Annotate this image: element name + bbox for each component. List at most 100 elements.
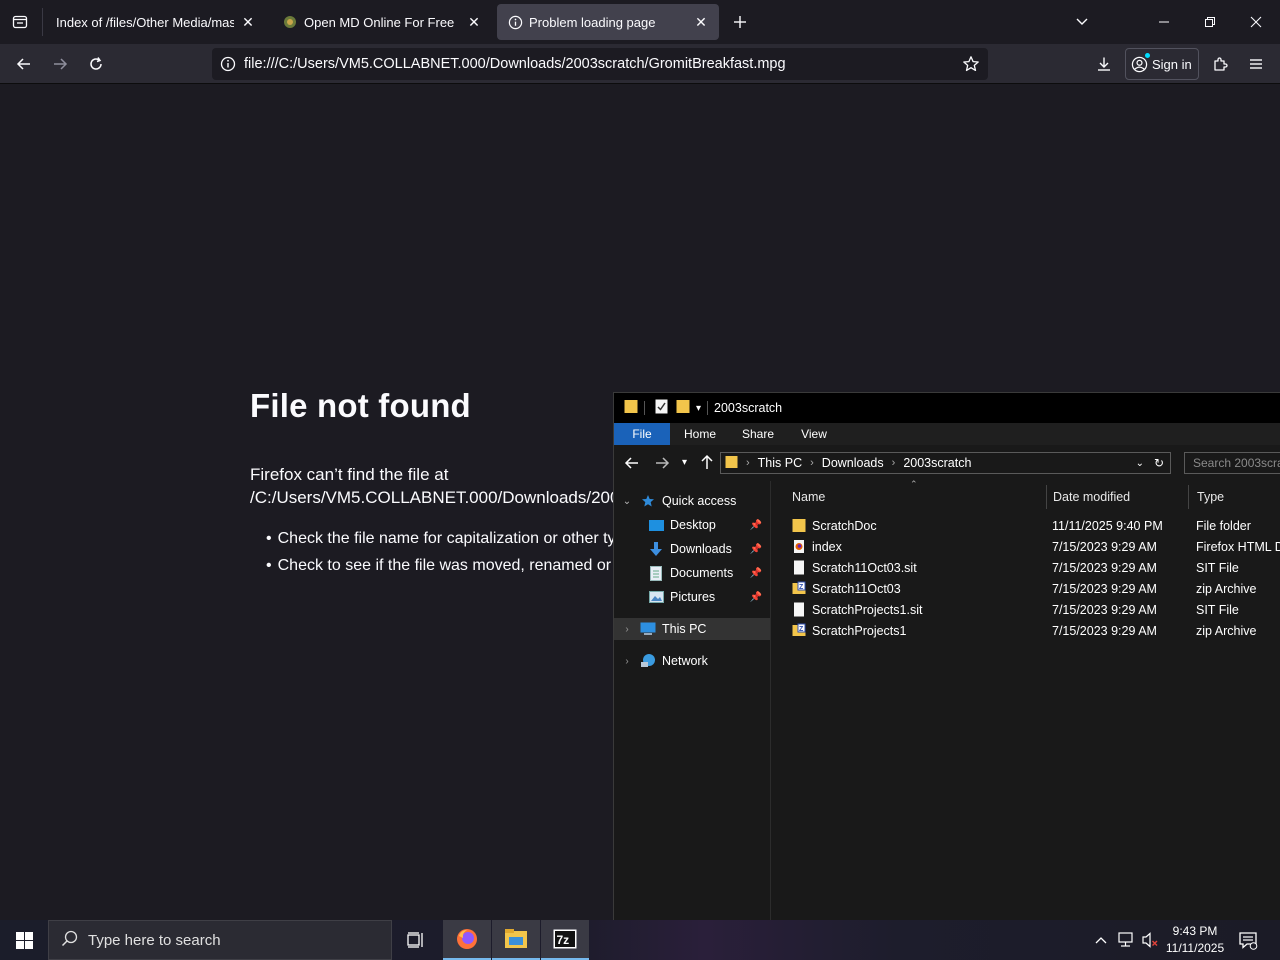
error-title: File not found: [250, 387, 471, 424]
ribbon-tab-share[interactable]: Share: [732, 423, 784, 445]
customize-quick-access-icon[interactable]: ▾: [696, 403, 701, 414]
breadcrumb-chevron-icon: ›: [891, 457, 896, 469]
close-window-button[interactable]: [1240, 6, 1272, 38]
minimize-button[interactable]: [1148, 6, 1180, 38]
file-type: SIT File: [1196, 560, 1239, 575]
taskbar-7zip[interactable]: 7z: [541, 920, 589, 960]
nav-item-quick-access[interactable]: ⌄ Quick access: [614, 490, 770, 512]
url-bar[interactable]: file:///C:/Users/VM5.COLLABNET.000/Downl…: [212, 48, 988, 80]
volume-muted-icon[interactable]: [1141, 931, 1159, 954]
pin-icon: 📌: [749, 567, 762, 579]
sign-in-button[interactable]: Sign in: [1125, 48, 1199, 80]
taskbar-file-explorer[interactable]: [492, 920, 540, 960]
tab-index-of-files[interactable]: Index of /files/Other Media/mas714 ✕: [46, 4, 266, 40]
properties-icon[interactable]: [655, 399, 668, 417]
explorer-ribbon: File Home Share View: [614, 423, 1280, 445]
start-button[interactable]: [0, 920, 48, 960]
page-info-icon[interactable]: [212, 56, 244, 72]
nav-item-downloads[interactable]: Downloads 📌: [614, 538, 770, 560]
forward-arrow-icon[interactable]: [654, 455, 670, 476]
column-header-name[interactable]: Name: [784, 485, 1047, 509]
up-arrow-icon[interactable]: [699, 454, 715, 475]
download-icon: [1098, 57, 1110, 71]
network-icon: [640, 653, 656, 669]
tab-open-md-online[interactable]: Open MD Online For Free ✕: [272, 4, 492, 40]
file-name: Scratch11Oct03.sit: [812, 560, 917, 575]
column-header-type[interactable]: Type: [1189, 485, 1280, 509]
file-row[interactable]: ScratchDoc 11/11/2025 9:40 PM File folde…: [786, 515, 1280, 536]
recent-locations-icon[interactable]: ▾: [682, 457, 687, 468]
file-list-pane: ⌃ Name Date modified Type ScratchDoc 11/…: [772, 479, 1280, 920]
back-arrow-icon[interactable]: [624, 455, 640, 476]
clock-time: 9:43 PM: [1172, 924, 1218, 938]
nav-item-desktop[interactable]: Desktop 📌: [614, 514, 770, 536]
expand-chevron-icon[interactable]: ⌄: [614, 496, 640, 507]
network-status-icon[interactable]: [1117, 931, 1135, 954]
windows-taskbar: Type here to search 7z 9:43 PM 11/11/202…: [0, 920, 1280, 960]
minimize-icon: [1159, 21, 1169, 23]
breadcrumb-2003scratch[interactable]: 2003scratch: [903, 456, 971, 470]
search-input[interactable]: Search 2003scratch: [1184, 452, 1280, 474]
tab-problem-loading-page[interactable]: Problem loading page ✕: [497, 4, 719, 40]
taskbar-firefox[interactable]: [443, 920, 491, 960]
file-row[interactable]: Z Scratch11Oct03 7/15/2023 9:29 AM zip A…: [786, 578, 1280, 599]
file-icon: [794, 560, 804, 575]
back-button[interactable]: [8, 48, 40, 80]
nav-item-pictures[interactable]: Pictures 📌: [614, 586, 770, 608]
breadcrumb-downloads[interactable]: Downloads: [822, 456, 884, 470]
close-tab-icon[interactable]: ✕: [693, 14, 709, 30]
bookmark-star-icon[interactable]: [954, 55, 988, 73]
nav-item-this-pc[interactable]: › This PC: [614, 618, 770, 640]
url-text[interactable]: file:///C:/Users/VM5.COLLABNET.000/Downl…: [244, 56, 954, 72]
close-tab-icon[interactable]: ✕: [466, 14, 482, 30]
refresh-icon[interactable]: ↻: [1154, 456, 1164, 470]
system-clock[interactable]: 9:43 PM 11/11/2025: [1160, 923, 1230, 957]
pictures-icon: [648, 589, 664, 605]
file-date: 11/11/2025 9:40 PM: [1052, 518, 1163, 533]
ribbon-tab-home[interactable]: Home: [674, 423, 726, 445]
task-view-icon: [407, 932, 423, 948]
expand-chevron-icon[interactable]: ›: [614, 624, 640, 635]
nav-item-documents[interactable]: Documents 📌: [614, 562, 770, 584]
forward-button[interactable]: [44, 48, 76, 80]
nav-item-network[interactable]: › Network: [614, 650, 770, 672]
firefox-view-button[interactable]: [4, 6, 36, 38]
file-row[interactable]: Scratch11Oct03.sit 7/15/2023 9:29 AM SIT…: [786, 557, 1280, 578]
restore-button[interactable]: [1194, 6, 1226, 38]
computer-icon: [640, 621, 656, 637]
close-icon: [1250, 16, 1262, 28]
file-name: ScratchDoc: [812, 518, 877, 533]
file-type: zip Archive: [1196, 581, 1257, 596]
ribbon-tab-file[interactable]: File: [614, 423, 670, 445]
account-icon: [1126, 52, 1152, 73]
downloads-button[interactable]: [1088, 48, 1120, 80]
column-header-date-modified[interactable]: Date modified: [1047, 485, 1189, 509]
new-folder-icon[interactable]: [676, 399, 690, 417]
explorer-navigation-bar: ▾ › This PC › Downloads › 2003scratch ⌄ …: [614, 445, 1280, 481]
task-view-button[interactable]: [392, 920, 440, 960]
file-row[interactable]: Z ScratchProjects1 7/15/2023 9:29 AM zip…: [786, 620, 1280, 641]
notification-center-icon[interactable]: [1238, 930, 1258, 955]
svg-text:Z: Z: [799, 584, 804, 591]
expand-chevron-icon[interactable]: ›: [614, 656, 640, 667]
ribbon-tab-view[interactable]: View: [790, 423, 838, 445]
folder-icon: [725, 455, 738, 472]
breadcrumb-this-pc[interactable]: This PC: [758, 456, 802, 470]
error-description: Firefox can’t find the file at /C:/Users…: [250, 465, 854, 507]
list-all-tabs-button[interactable]: [1066, 6, 1098, 38]
download-arrow-icon: [648, 541, 664, 557]
file-row[interactable]: ScratchProjects1.sit 7/15/2023 9:29 AM S…: [786, 599, 1280, 620]
tab-title: Problem loading page: [529, 14, 656, 30]
address-dropdown-icon[interactable]: ⌄: [1136, 458, 1144, 469]
app-menu-button[interactable]: [1240, 48, 1272, 80]
file-date: 7/15/2023 9:29 AM: [1052, 560, 1157, 575]
address-bar[interactable]: › This PC › Downloads › 2003scratch ⌄ ↻: [720, 452, 1171, 474]
show-hidden-icons-chevron-icon[interactable]: [1094, 932, 1108, 950]
extensions-button[interactable]: [1204, 48, 1236, 80]
reload-button[interactable]: [80, 48, 112, 80]
nav-label: Downloads: [670, 542, 732, 556]
file-row[interactable]: index 7/15/2023 9:29 AM Firefox HTML Doc…: [786, 536, 1280, 557]
taskbar-search-box[interactable]: Type here to search: [48, 920, 392, 960]
close-tab-icon[interactable]: ✕: [240, 14, 256, 30]
new-tab-button[interactable]: [724, 6, 756, 38]
